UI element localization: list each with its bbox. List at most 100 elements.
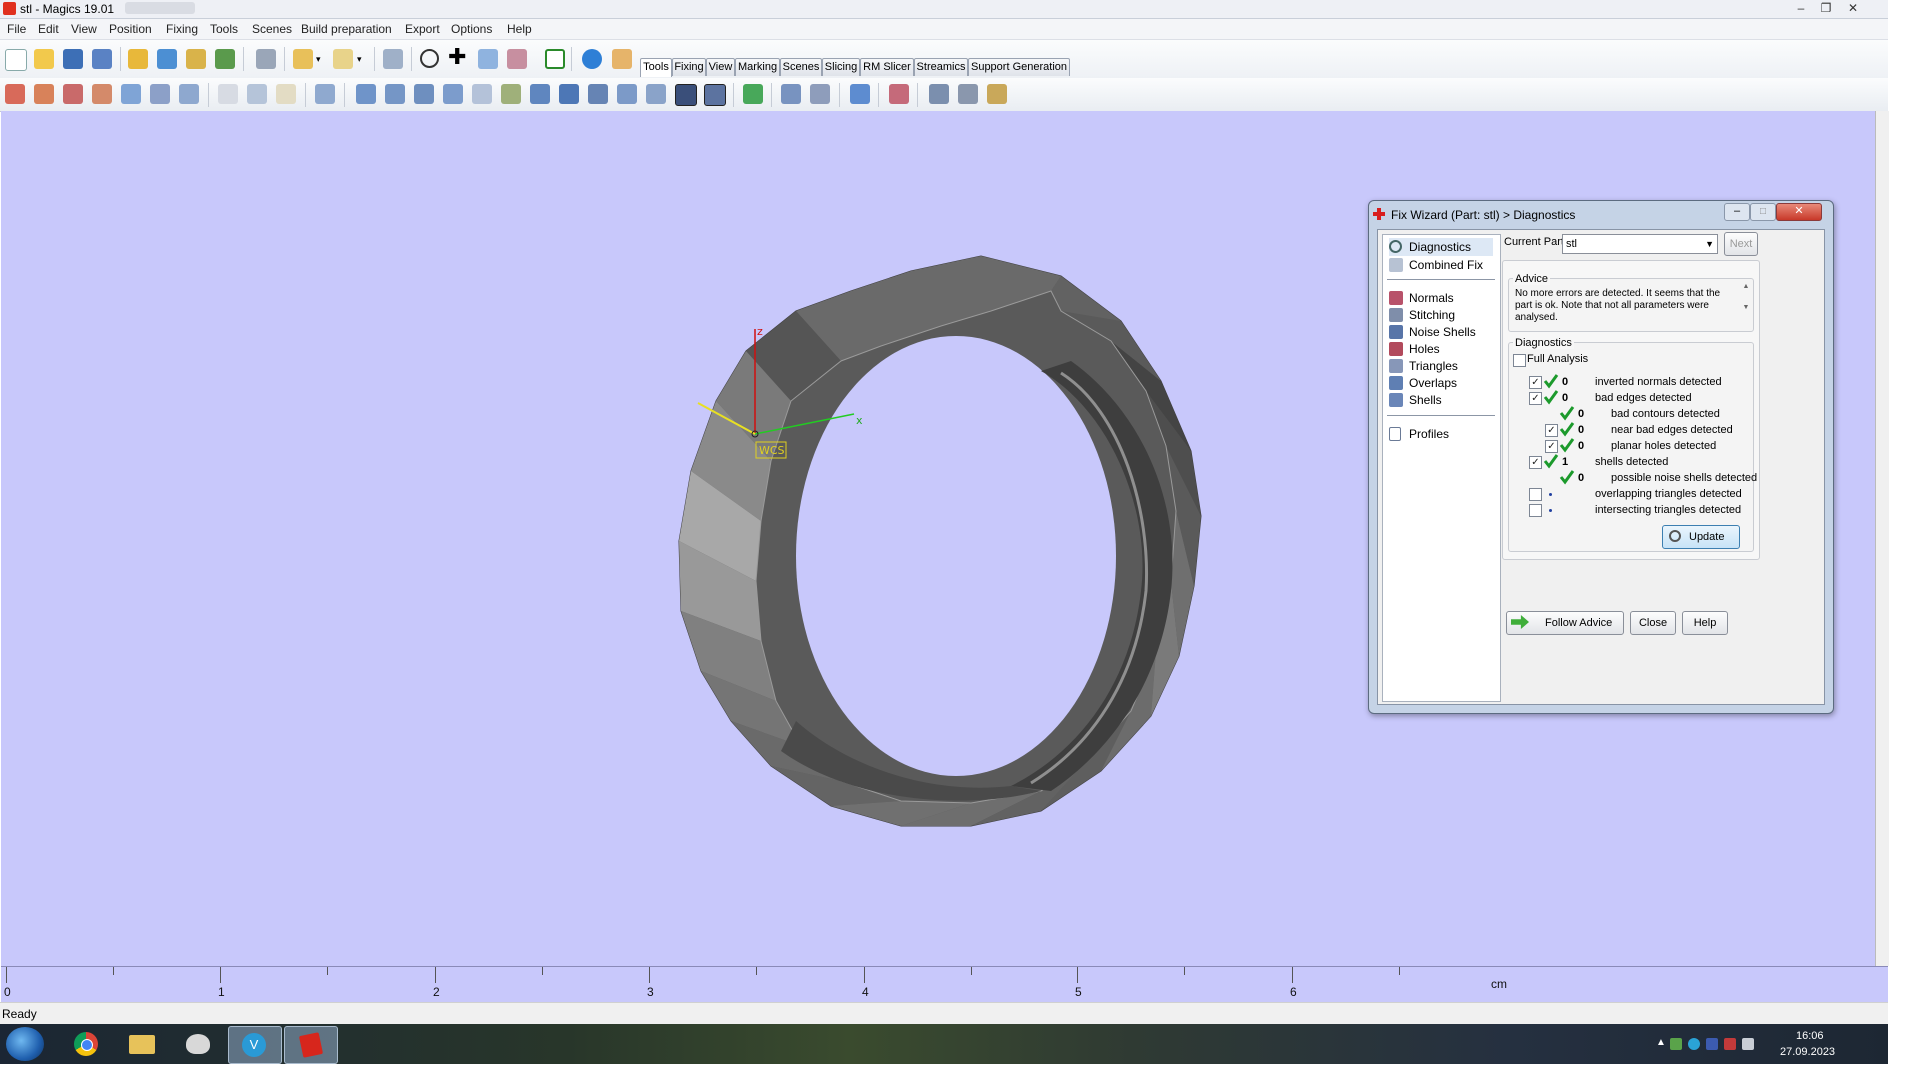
follow-advice-button[interactable]: Follow Advice bbox=[1506, 611, 1624, 635]
bad-edges-checkbox[interactable]: ✓ bbox=[1529, 392, 1542, 405]
menu-fixing[interactable]: Fixing bbox=[166, 22, 198, 36]
pan-icon[interactable]: ✚ bbox=[448, 46, 466, 68]
full-analysis-checkbox[interactable] bbox=[1513, 354, 1526, 367]
copy-icon[interactable] bbox=[247, 84, 267, 104]
update-button[interactable]: Update bbox=[1662, 525, 1740, 549]
tray-volume-icon[interactable] bbox=[1742, 1038, 1754, 1050]
offset-icon[interactable] bbox=[414, 84, 434, 104]
near-bad-edges-checkbox[interactable]: ✓ bbox=[1545, 424, 1558, 437]
tab-rm-slicer[interactable]: RM Slicer bbox=[860, 58, 914, 76]
tab-tools[interactable]: Tools bbox=[640, 58, 672, 77]
cutout-icon[interactable] bbox=[646, 84, 666, 104]
tab-scenes[interactable]: Scenes bbox=[780, 58, 822, 76]
cut-icon[interactable] bbox=[218, 84, 238, 104]
hollow-icon[interactable] bbox=[385, 84, 405, 104]
smooth-icon[interactable] bbox=[472, 84, 492, 104]
redo-dropdown-icon[interactable]: ▾ bbox=[357, 54, 362, 65]
select-icon[interactable] bbox=[383, 49, 403, 69]
contour-icon[interactable] bbox=[704, 84, 726, 106]
maximize-button[interactable]: ❐ bbox=[1815, 0, 1837, 16]
current-part-select[interactable]: stl ▼ bbox=[1562, 234, 1718, 254]
extrude-icon[interactable] bbox=[356, 84, 376, 104]
tab-marking[interactable]: Marking bbox=[735, 58, 780, 76]
close-button[interactable]: Close bbox=[1630, 611, 1676, 635]
print-icon[interactable] bbox=[256, 49, 276, 69]
new-file-icon[interactable] bbox=[5, 49, 27, 71]
redo-icon[interactable] bbox=[333, 49, 353, 69]
clock-time[interactable]: 16:06 bbox=[1796, 1030, 1824, 1042]
advice-scrollbar[interactable]: ▲ ▼ bbox=[1741, 283, 1751, 325]
tab-slicing[interactable]: Slicing bbox=[822, 58, 860, 76]
wall-icon[interactable] bbox=[588, 84, 608, 104]
help-button[interactable]: Help bbox=[1682, 611, 1728, 635]
paste-icon[interactable] bbox=[276, 84, 296, 104]
cube-icon[interactable] bbox=[559, 84, 579, 104]
tray-globe-icon[interactable] bbox=[1688, 1038, 1700, 1050]
tray-network-icon[interactable] bbox=[1670, 1038, 1682, 1050]
texture-icon[interactable] bbox=[929, 84, 949, 104]
compare-icon[interactable] bbox=[850, 84, 870, 104]
rotate-part-icon[interactable] bbox=[63, 84, 83, 104]
chrome-icon[interactable] bbox=[60, 1026, 112, 1062]
whats-this-icon[interactable] bbox=[612, 49, 632, 69]
dimension-icon[interactable] bbox=[810, 84, 830, 104]
magics-icon[interactable] bbox=[284, 1026, 338, 1064]
measure-icon[interactable] bbox=[315, 84, 335, 104]
dialog-minimize-button[interactable]: – bbox=[1724, 203, 1750, 221]
tray-expand-icon[interactable]: ▲ bbox=[1656, 1037, 1666, 1048]
menu-view[interactable]: View bbox=[71, 22, 97, 36]
close-window-button[interactable]: ✕ bbox=[1842, 0, 1864, 16]
save-icon[interactable] bbox=[63, 49, 83, 69]
duplicate-icon[interactable] bbox=[150, 84, 170, 104]
shells-checkbox[interactable]: ✓ bbox=[1529, 456, 1542, 469]
package-icon[interactable] bbox=[987, 84, 1007, 104]
next-button[interactable]: Next bbox=[1724, 232, 1758, 256]
viewport-scrollbar[interactable] bbox=[1875, 111, 1889, 966]
move-part-icon[interactable] bbox=[34, 84, 54, 104]
planar-holes-checkbox[interactable]: ✓ bbox=[1545, 440, 1558, 453]
rescale-part-icon[interactable] bbox=[92, 84, 112, 104]
merge-parts-icon[interactable] bbox=[179, 84, 199, 104]
menu-build-preparation[interactable]: Build preparation bbox=[301, 22, 392, 36]
ring-model[interactable] bbox=[678, 255, 1202, 827]
vb-icon[interactable]: V bbox=[228, 1026, 282, 1064]
minimize-button[interactable]: – bbox=[1790, 0, 1812, 16]
save-part-icon[interactable] bbox=[157, 49, 177, 69]
start-button[interactable] bbox=[6, 1027, 44, 1061]
tab-support-generation[interactable]: Support Generation bbox=[968, 58, 1070, 76]
menu-edit[interactable]: Edit bbox=[38, 22, 59, 36]
tray-alert-icon[interactable] bbox=[1724, 1038, 1736, 1050]
nav-item-diagnostics[interactable]: Diagnostics bbox=[1389, 238, 1493, 256]
clock-date[interactable]: 27.09.2023 bbox=[1780, 1046, 1835, 1058]
tab-view[interactable]: View bbox=[706, 58, 735, 76]
overlapping-triangles-checkbox[interactable] bbox=[1529, 488, 1542, 501]
tab-streamics[interactable]: Streamics bbox=[914, 58, 968, 76]
intersecting-triangles-checkbox[interactable] bbox=[1529, 504, 1542, 517]
boolean-icon[interactable] bbox=[501, 84, 521, 104]
dialog-close-icon[interactable]: ✕ bbox=[1776, 203, 1822, 221]
load-scene-icon[interactable] bbox=[186, 49, 206, 69]
split-icon[interactable] bbox=[743, 84, 763, 104]
menu-file[interactable]: File bbox=[7, 22, 26, 36]
menu-tools[interactable]: Tools bbox=[210, 22, 238, 36]
wall-thickness-icon[interactable] bbox=[889, 84, 909, 104]
paint-icon[interactable] bbox=[172, 1026, 224, 1062]
inverted-normals-checkbox[interactable]: ✓ bbox=[1529, 376, 1542, 389]
menu-export[interactable]: Export bbox=[405, 22, 440, 36]
tray-flag-icon[interactable] bbox=[1706, 1038, 1718, 1050]
zoom-icon[interactable] bbox=[478, 49, 498, 69]
box-icon[interactable] bbox=[530, 84, 550, 104]
translate-part-icon[interactable] bbox=[5, 84, 25, 104]
tab-fixing[interactable]: Fixing bbox=[672, 58, 706, 76]
undo-icon[interactable] bbox=[293, 49, 313, 69]
menu-options[interactable]: Options bbox=[451, 22, 492, 36]
perforate-icon[interactable] bbox=[958, 84, 978, 104]
open-folder-icon[interactable] bbox=[34, 49, 54, 69]
menu-scenes[interactable]: Scenes bbox=[252, 22, 292, 36]
dialog-maximize-button[interactable]: □ bbox=[1750, 203, 1776, 221]
rotate-view-icon[interactable] bbox=[420, 49, 439, 68]
shell-icon[interactable] bbox=[443, 84, 463, 104]
import-part-icon[interactable] bbox=[128, 49, 148, 69]
save-as-icon[interactable] bbox=[92, 49, 112, 69]
undo-dropdown-icon[interactable]: ▾ bbox=[316, 54, 321, 65]
